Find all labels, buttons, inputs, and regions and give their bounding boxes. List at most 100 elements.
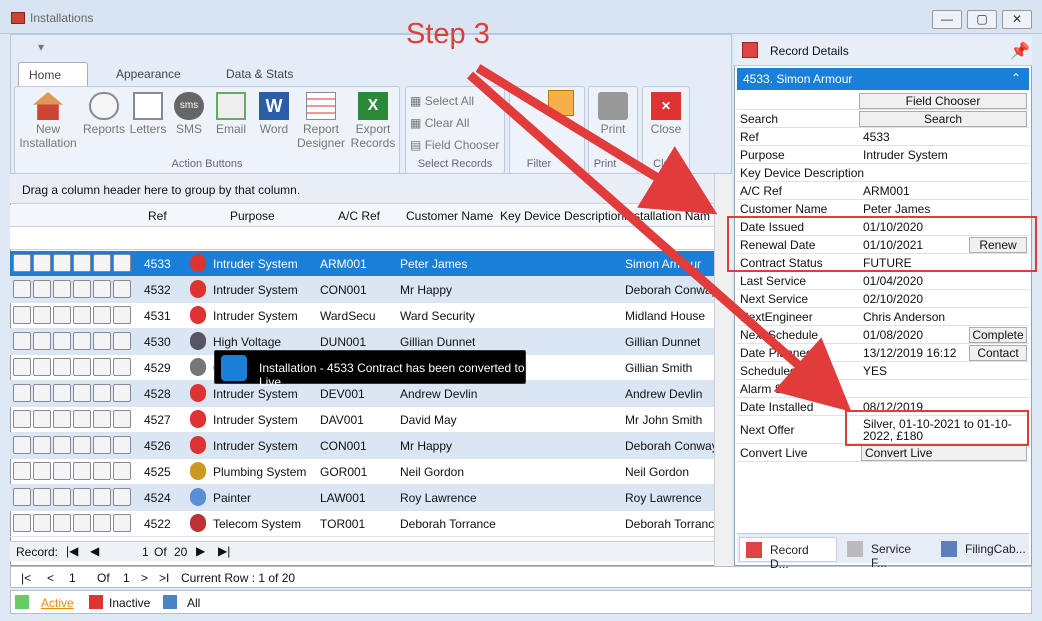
tab-appearance[interactable]: Appearance — [106, 62, 200, 86]
folder-icon[interactable] — [113, 332, 131, 350]
add-icon[interactable] — [93, 488, 111, 506]
wrench-icon[interactable] — [73, 280, 91, 298]
tab-data-stats[interactable]: Data & Stats — [216, 62, 306, 86]
record-current[interactable]: 1 — [142, 545, 149, 559]
table-row[interactable]: 4522 Telecom System TOR001 Deborah Torrance… — [10, 511, 721, 537]
tab-service-forms[interactable]: Service F... — [841, 537, 931, 570]
minimize-button[interactable]: — — [932, 10, 962, 29]
print-button[interactable]: Print — [590, 92, 636, 136]
calculator-icon[interactable] — [53, 488, 71, 506]
edit-icon[interactable] — [13, 384, 31, 402]
calculator-icon[interactable] — [53, 358, 71, 376]
calculator-icon[interactable] — [53, 306, 71, 324]
customer-icon[interactable] — [33, 358, 51, 376]
wrench-icon[interactable] — [73, 254, 91, 272]
field-chooser-button[interactable]: ▤ Field Chooser — [410, 138, 499, 152]
wrench-icon[interactable] — [73, 462, 91, 480]
edit-icon[interactable] — [13, 514, 31, 532]
edit-icon[interactable] — [13, 280, 31, 298]
record-prev-button[interactable]: ◀ — [90, 544, 99, 558]
table-row[interactable]: 4527 Intruder System DAV001 David May Mr Joh… — [10, 407, 714, 433]
table-row[interactable]: 4531 Intruder System WardSecu Ward Security… — [10, 303, 714, 329]
detail-action-button[interactable]: Search — [859, 111, 1027, 127]
sms-button[interactable]: sms SMS — [172, 92, 206, 136]
folder-icon[interactable] — [113, 488, 131, 506]
wrench-icon[interactable] — [73, 514, 91, 532]
tab-all[interactable]: All — [187, 596, 200, 610]
table-row[interactable]: 4533 Intruder System ARM001 Peter James Simo… — [10, 251, 714, 277]
select-all-button[interactable]: ▦ Select All — [410, 94, 474, 108]
edit-icon[interactable] — [13, 254, 31, 272]
pager-last-button[interactable]: >I — [159, 571, 169, 585]
calculator-icon[interactable] — [53, 410, 71, 428]
customer-icon[interactable] — [33, 514, 51, 532]
column-header-customer-name[interactable]: Customer Name — [406, 209, 493, 223]
folder-icon[interactable] — [113, 280, 131, 298]
calculator-icon[interactable] — [53, 332, 71, 350]
column-header-key-device[interactable]: Key Device Description — [500, 209, 624, 223]
edit-icon[interactable] — [13, 306, 31, 324]
folder-icon[interactable] — [113, 384, 131, 402]
folder-icon[interactable] — [113, 436, 131, 454]
tab-filing-cabinet[interactable]: FilingCab... — [935, 537, 1027, 562]
record-next-button[interactable]: ▶ — [196, 544, 205, 558]
field-chooser-panel-button[interactable]: Field Chooser — [859, 93, 1027, 109]
pager-first-button[interactable]: |< — [21, 571, 31, 585]
letters-button[interactable]: Letters — [128, 92, 168, 136]
add-icon[interactable] — [93, 358, 111, 376]
quick-access-dropdown-icon[interactable]: ▾ — [38, 40, 44, 54]
close-button[interactable]: ✕ Close — [644, 92, 688, 136]
add-icon[interactable] — [93, 514, 111, 532]
pin-icon[interactable]: 📌 — [1010, 41, 1030, 61]
wrench-icon[interactable] — [73, 384, 91, 402]
email-button[interactable]: Email — [212, 92, 250, 136]
calculator-icon[interactable] — [53, 514, 71, 532]
column-header-ac-ref[interactable]: A/C Ref — [338, 209, 380, 223]
wrench-icon[interactable] — [73, 332, 91, 350]
grid-filter-row[interactable] — [10, 227, 714, 250]
pager-page[interactable]: 1 — [69, 571, 76, 585]
folder-icon[interactable] — [113, 410, 131, 428]
add-icon[interactable] — [93, 280, 111, 298]
folder-icon[interactable] — [113, 462, 131, 480]
calculator-icon[interactable] — [53, 462, 71, 480]
table-row[interactable]: 4524 Painter LAW001 Roy Lawrence Roy Lawrenc… — [10, 485, 714, 511]
table-row[interactable]: 4525 Plumbing System GOR001 Neil Gordon Neil… — [10, 459, 714, 485]
wrench-icon[interactable] — [73, 306, 91, 324]
folder-icon[interactable] — [113, 306, 131, 324]
column-header-ref[interactable]: Ref — [148, 209, 167, 223]
filter-icon[interactable] — [548, 90, 574, 116]
pager-prev-button[interactable]: < — [47, 571, 54, 585]
report-designer-button[interactable]: Report Designer — [294, 92, 348, 150]
wrench-icon[interactable] — [73, 488, 91, 506]
calculator-icon[interactable] — [53, 280, 71, 298]
convert-live-button[interactable]: Convert Live — [861, 445, 1027, 461]
add-icon[interactable] — [93, 410, 111, 428]
customer-icon[interactable] — [33, 332, 51, 350]
record-first-button[interactable]: |◀ — [66, 544, 78, 558]
add-icon[interactable] — [93, 254, 111, 272]
tab-record-details[interactable]: Record D... — [739, 537, 837, 571]
reports-button[interactable]: Reports — [82, 92, 126, 136]
table-row[interactable]: 4526 Intruder System CON001 Mr Happy Deborah… — [10, 433, 718, 459]
maximize-button[interactable]: ▢ — [967, 10, 997, 29]
customer-icon[interactable] — [33, 436, 51, 454]
tab-home[interactable]: Home — [18, 62, 88, 86]
add-icon[interactable] — [93, 384, 111, 402]
add-icon[interactable] — [93, 462, 111, 480]
collapse-icon[interactable]: ⌃ — [1011, 71, 1021, 85]
calculator-icon[interactable] — [53, 254, 71, 272]
tab-inactive[interactable]: Inactive — [109, 596, 150, 610]
customer-icon[interactable] — [33, 488, 51, 506]
export-records-button[interactable]: X Export Records — [348, 92, 398, 150]
edit-icon[interactable] — [13, 462, 31, 480]
edit-icon[interactable] — [13, 410, 31, 428]
customer-icon[interactable] — [33, 410, 51, 428]
add-icon[interactable] — [93, 306, 111, 324]
clear-all-button[interactable]: ▦ Clear All — [410, 116, 469, 130]
customer-icon[interactable] — [33, 462, 51, 480]
edit-icon[interactable] — [13, 436, 31, 454]
record-last-button[interactable]: ▶| — [218, 544, 230, 558]
detail-action-button[interactable]: Contact — [969, 345, 1027, 361]
edit-icon[interactable] — [13, 332, 31, 350]
